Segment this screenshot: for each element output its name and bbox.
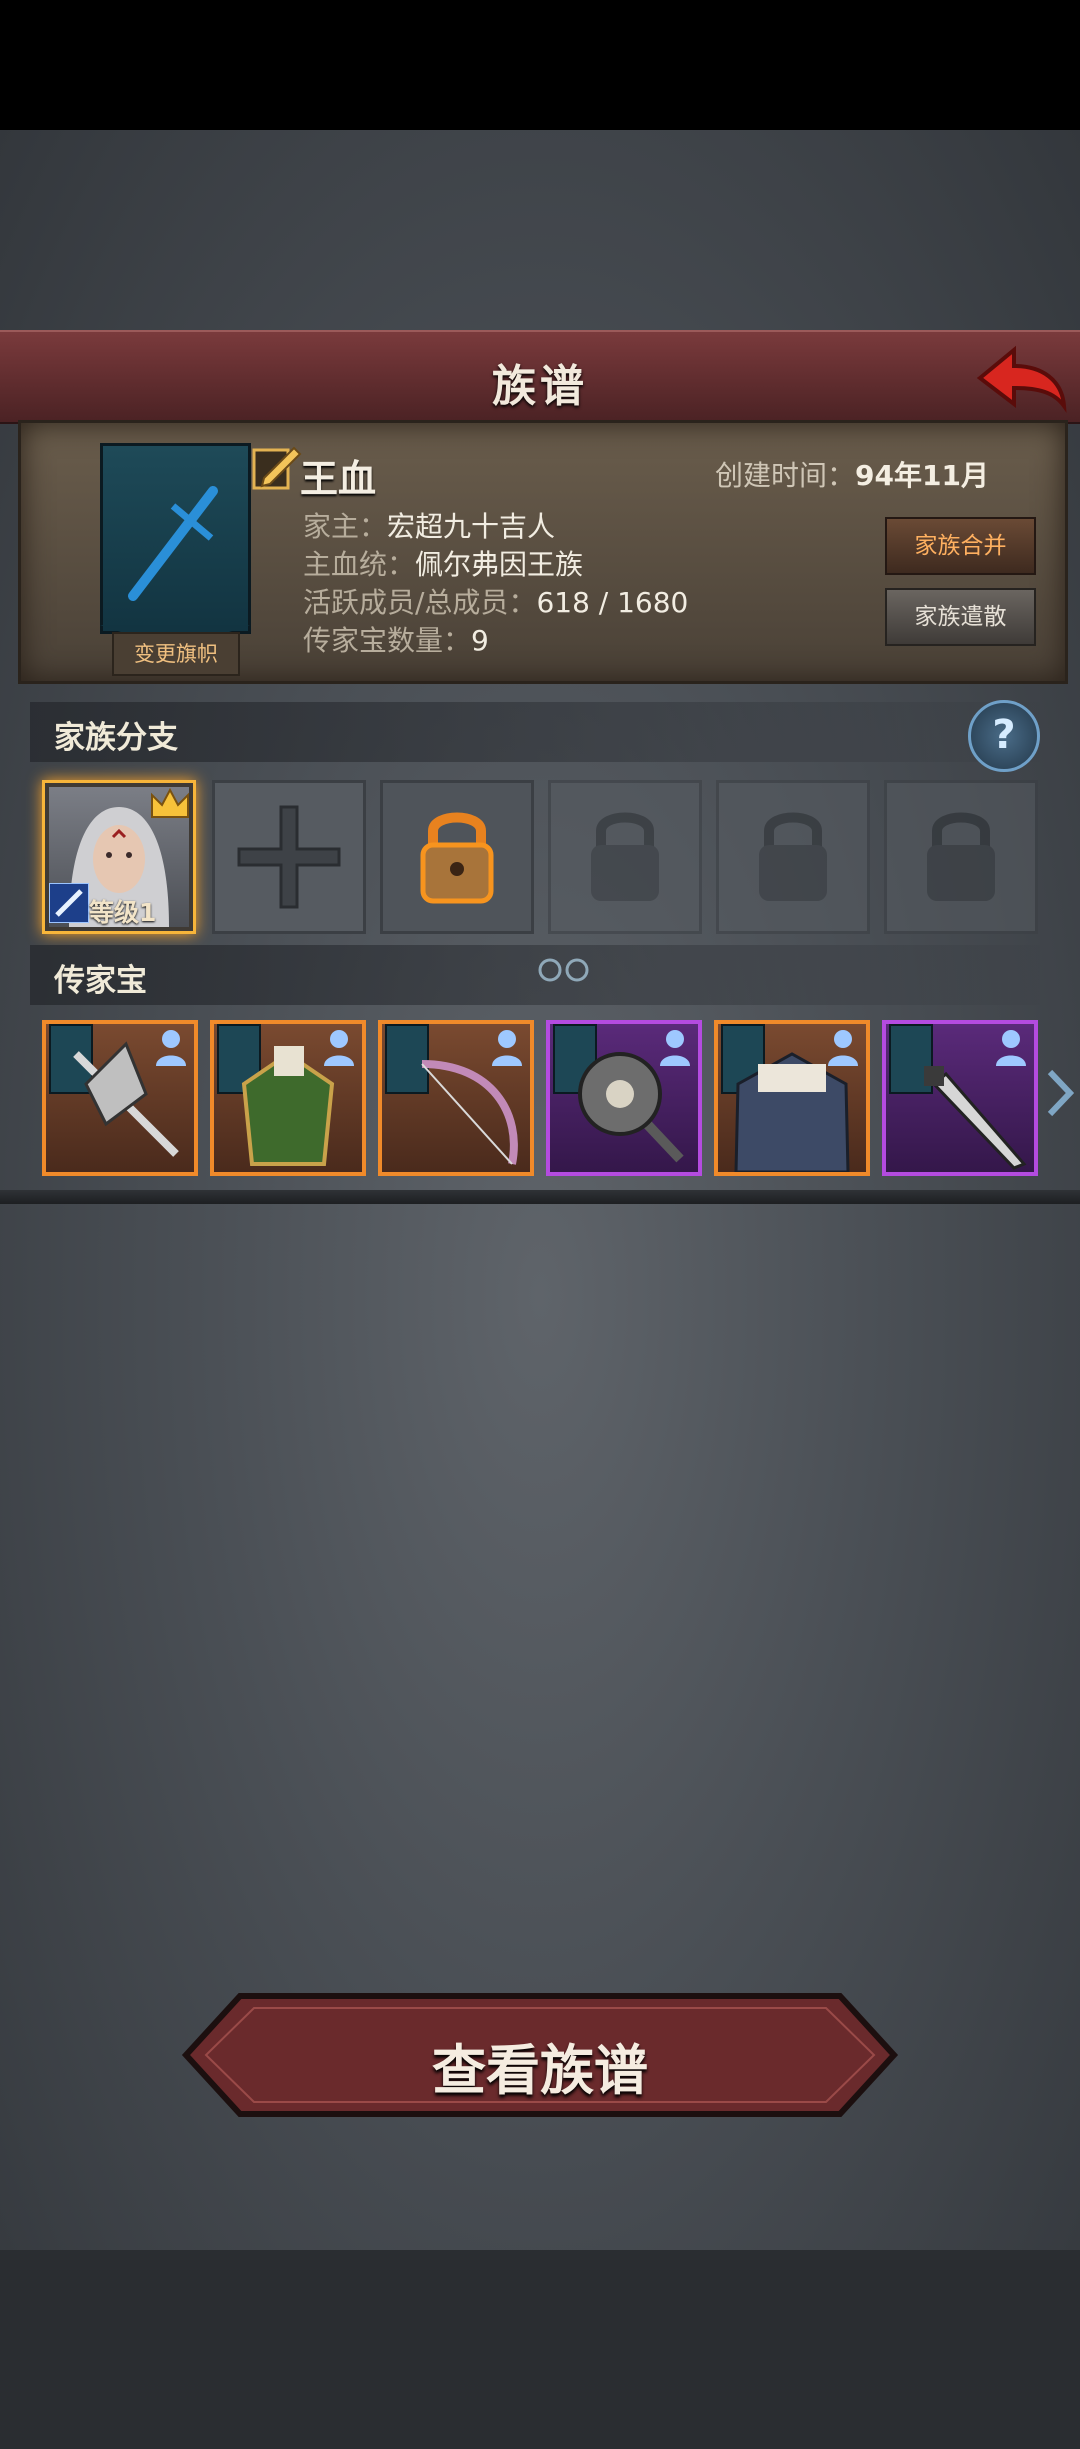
merge-family-button[interactable]: 家族合并 (885, 517, 1036, 575)
heirloom-item[interactable] (378, 1020, 534, 1176)
back-arrow-icon[interactable] (970, 336, 1070, 416)
cloak-icon (734, 1052, 850, 1172)
branches-title: 家族分支 (54, 720, 178, 756)
halberd-icon (73, 1041, 179, 1157)
cross-icon (237, 805, 341, 909)
section-divider (0, 1190, 1080, 1204)
skull-axe-icon (578, 1052, 684, 1163)
branch-slot-locked[interactable] (716, 780, 870, 934)
sword-class-icon (49, 883, 89, 923)
dagger-icon (924, 1066, 1027, 1170)
change-banner-button[interactable]: 变更旗帜 (112, 632, 240, 676)
page-title: 族谱 (492, 361, 588, 412)
chevron-right-icon[interactable] (1044, 1068, 1074, 1118)
branch-slot-active[interactable]: 等级1 (42, 780, 196, 934)
sword-icon (128, 486, 218, 601)
title-bar: 族谱 (0, 330, 1080, 424)
bow-icon (421, 1060, 518, 1165)
family-name: 王血 (300, 457, 377, 501)
branch-slot-locked[interactable] (884, 780, 1038, 934)
lock-icon (591, 812, 659, 901)
family-banner[interactable] (100, 443, 251, 634)
branch-slot-unlockable[interactable] (380, 780, 534, 934)
status-bar-area (0, 0, 1080, 130)
members-row: 活跃成员/总成员：618 / 1680 (303, 586, 689, 619)
dissolve-family-button[interactable]: 家族遣散 (885, 588, 1036, 646)
branches-header: 家族分支 (30, 702, 1040, 762)
bloodline-row: 主血统：佩尔弗因王族 (303, 548, 584, 581)
armor-icon (241, 1046, 335, 1166)
view-family-tree-label: 查看族谱 (432, 2039, 648, 2102)
edit-icon[interactable] (250, 442, 302, 494)
branch-slot-locked[interactable] (548, 780, 702, 934)
branch-slot-empty[interactable] (212, 780, 366, 934)
heirloom-item[interactable] (714, 1020, 870, 1176)
view-family-tree-button[interactable]: 查看族谱 (180, 1990, 900, 2120)
heirloom-item[interactable] (210, 1020, 366, 1176)
lock-icon (759, 812, 827, 901)
heirloom-item[interactable] (42, 1020, 198, 1176)
page-indicator (538, 958, 589, 982)
lock-icon (927, 812, 995, 901)
heirlooms-title: 传家宝 (54, 963, 147, 999)
heirloom-count-row: 传家宝数量：9 (303, 624, 489, 657)
help-icon[interactable]: ? (968, 700, 1040, 772)
lock-icon (420, 812, 494, 904)
leader-row: 家主：宏超九十吉人 (303, 510, 556, 543)
heirloom-item[interactable] (882, 1020, 1038, 1176)
bottom-band (0, 2250, 1080, 2449)
created-time: 创建时间：94年11月 (715, 459, 989, 492)
heirloom-item[interactable] (546, 1020, 702, 1176)
branch-level: 等级1 (89, 898, 157, 927)
crown-icon (151, 787, 189, 818)
